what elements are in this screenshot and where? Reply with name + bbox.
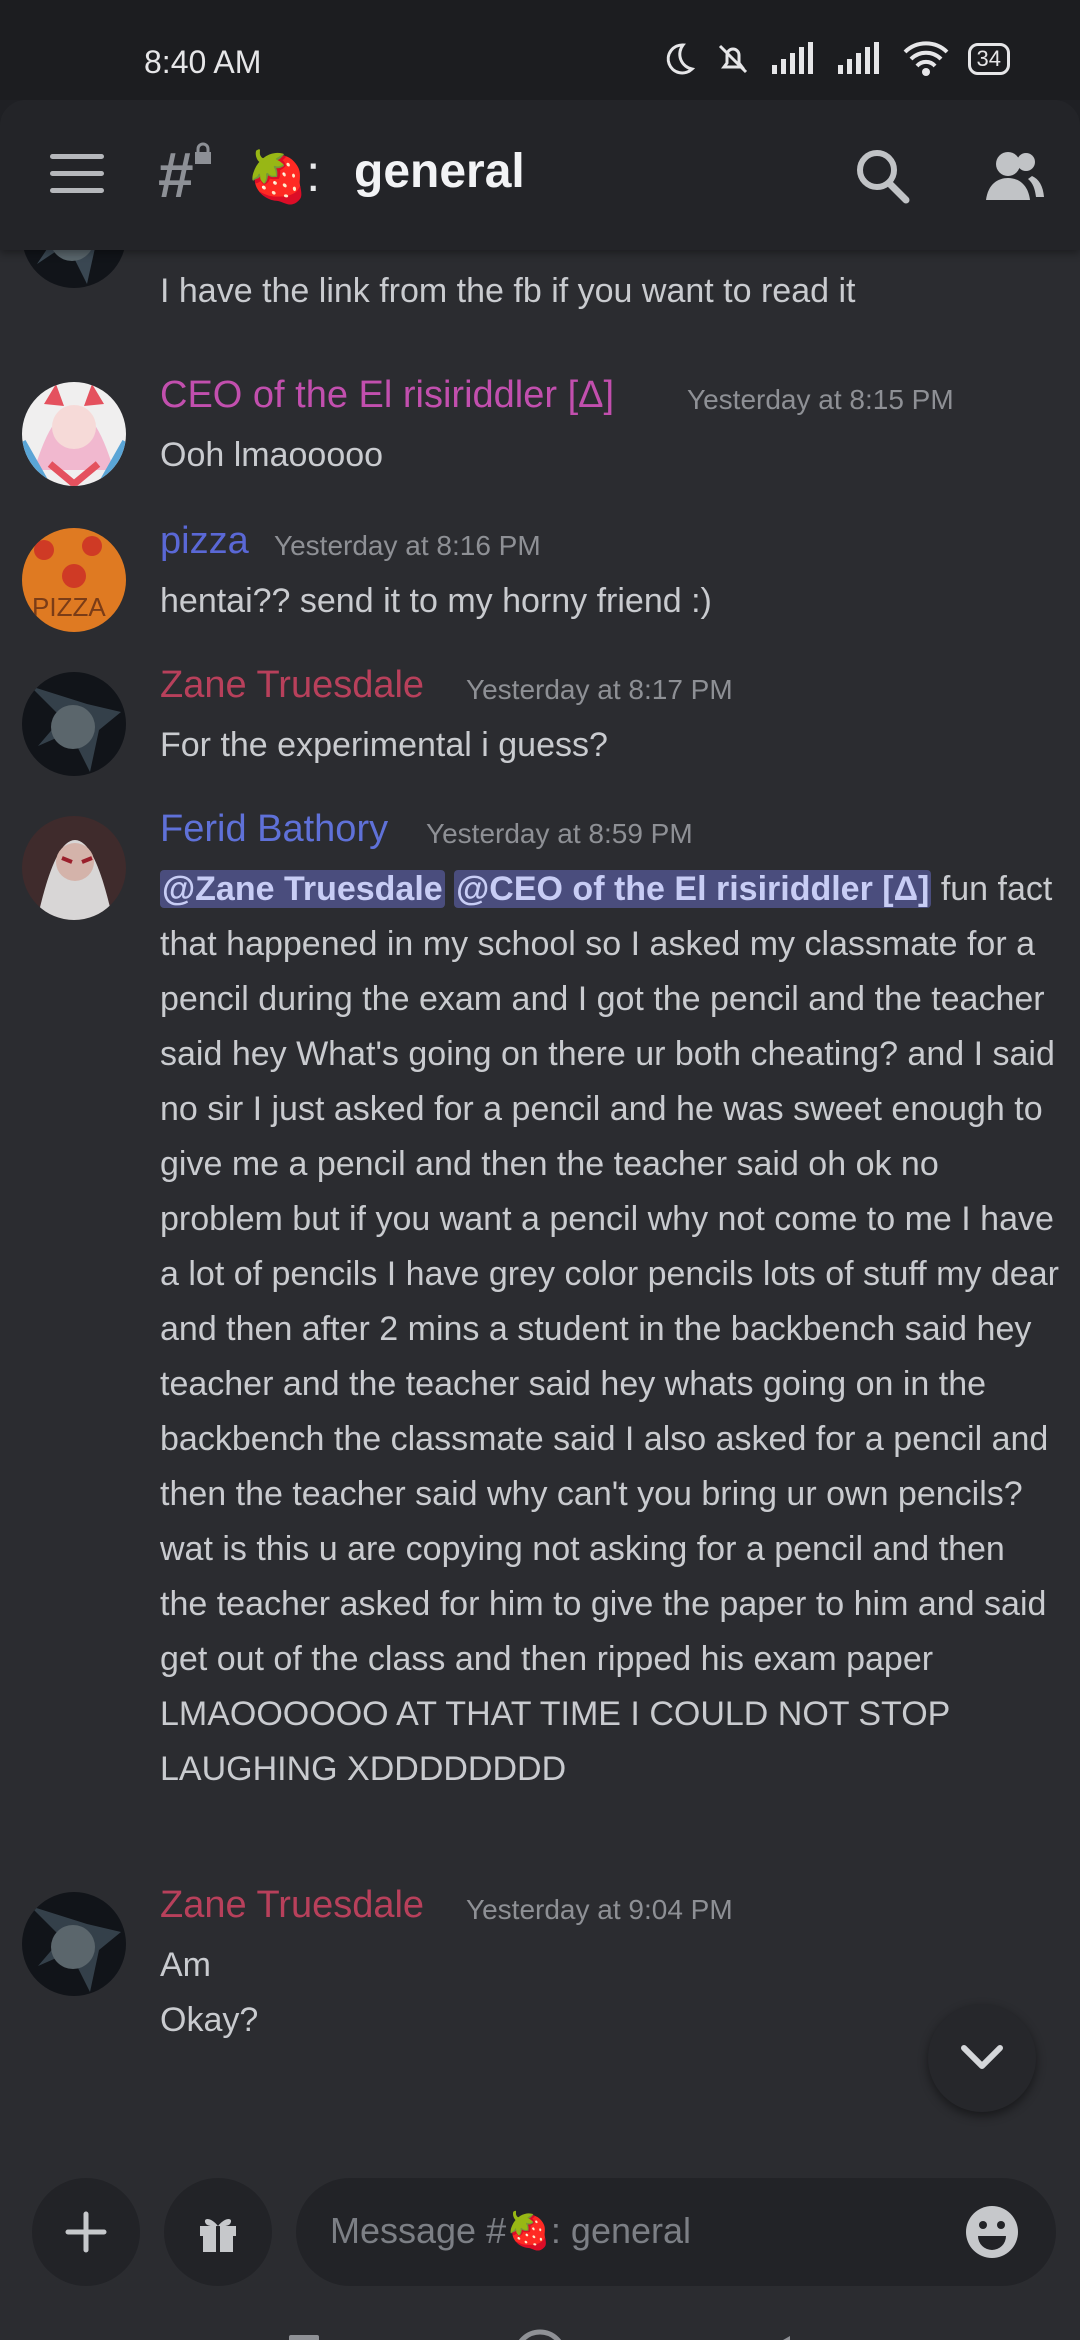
bell-off-icon	[718, 44, 747, 74]
message-composer: Message #🍓: general	[0, 2130, 1080, 2290]
message-username[interactable]: CEO of the El risiriddler [Δ]	[160, 374, 614, 417]
message-timestamp: Yesterday at 8:15 PM	[687, 384, 954, 415]
chevron-down-icon	[961, 2045, 1003, 2069]
status-bar: 8:40 AM 34	[0, 0, 1080, 100]
svg-text:PIZZA: PIZZA	[32, 592, 106, 622]
mention-zane-truesdale[interactable]: @Zane Truesdale	[160, 870, 445, 908]
add-attachment-button[interactable]	[32, 2178, 140, 2286]
lock-icon	[195, 142, 211, 164]
message-placeholder: Message #🍓: general	[330, 2210, 692, 2251]
message-lines: Am Okay?	[160, 1938, 1060, 2048]
home-icon[interactable]	[512, 2328, 568, 2340]
message-list[interactable]: I have the link from the fb if you want …	[0, 250, 1080, 2130]
message-timestamp: Yesterday at 8:17 PM	[466, 674, 733, 705]
channel-separator: :	[306, 145, 321, 203]
message-text: I have the link from the fb if you want …	[160, 272, 856, 310]
discord-chat-screen: # 🍓 : general I have the link from the f…	[0, 100, 1080, 2340]
members-icon	[986, 152, 1044, 200]
channel-emoji: 🍓	[246, 149, 309, 205]
message-text: hentai?? send it to my horny friend :)	[160, 582, 712, 620]
message-username[interactable]: Zane Truesdale	[160, 1884, 424, 1927]
message-timestamp: Yesterday at 8:16 PM	[274, 530, 541, 561]
message-timestamp: Yesterday at 9:04 PM	[466, 1894, 733, 1925]
message-username[interactable]: Zane Truesdale	[160, 664, 424, 707]
avatar-zane-truesdale[interactable]	[22, 1892, 126, 1996]
android-navigation-bar	[0, 2290, 1080, 2340]
message-body: @Zane Truesdale @CEO of the El risiriddl…	[160, 862, 1060, 1797]
search-button[interactable]	[848, 142, 918, 212]
recent-apps-icon[interactable]	[286, 2332, 322, 2340]
gift-button[interactable]	[164, 2178, 272, 2286]
message-line: Okay?	[160, 2001, 259, 2039]
avatar-zane-truesdale[interactable]	[22, 672, 126, 776]
status-icons: 34	[660, 40, 1010, 78]
channel-header: # 🍓 : general	[0, 100, 1080, 250]
signal-icon	[837, 42, 879, 74]
plus-icon	[65, 2211, 107, 2253]
avatar-ferid-bathory[interactable]	[22, 816, 126, 920]
signal-icon	[771, 42, 813, 74]
jump-to-latest-button[interactable]	[928, 2004, 1036, 2112]
message-text: fun fact that happened in my school so I…	[160, 870, 1059, 1788]
mention-ceo[interactable]: @CEO of the El risiriddler [Δ]	[454, 870, 932, 908]
message-username[interactable]: pizza	[160, 520, 249, 563]
gift-icon	[200, 2219, 236, 2252]
message-input[interactable]: Message #🍓: general	[296, 2178, 1056, 2286]
message-text: Ooh lmaooooo	[160, 436, 384, 474]
avatar-ceo[interactable]	[22, 382, 126, 486]
message-username[interactable]: Ferid Bathory	[160, 808, 388, 851]
avatar-zane-truesdale[interactable]	[22, 250, 126, 288]
back-icon[interactable]	[758, 2332, 794, 2340]
hamburger-icon[interactable]	[50, 154, 104, 196]
status-time: 8:40 AM	[144, 44, 262, 80]
channel-name[interactable]: general	[354, 144, 525, 199]
battery-icon: 34	[967, 43, 1010, 75]
moon-icon	[666, 43, 695, 75]
avatar-pizza[interactable]: PIZZA	[22, 528, 126, 632]
wifi-icon	[903, 41, 948, 76]
locked-channel-icon: #	[158, 139, 194, 211]
emoji-icon[interactable]	[962, 2202, 1022, 2262]
message-text: For the experimental i guess?	[160, 726, 608, 764]
message-line: Am	[160, 1946, 211, 1984]
members-button[interactable]	[980, 142, 1050, 212]
search-icon	[857, 150, 910, 204]
message-timestamp: Yesterday at 8:59 PM	[426, 818, 693, 849]
